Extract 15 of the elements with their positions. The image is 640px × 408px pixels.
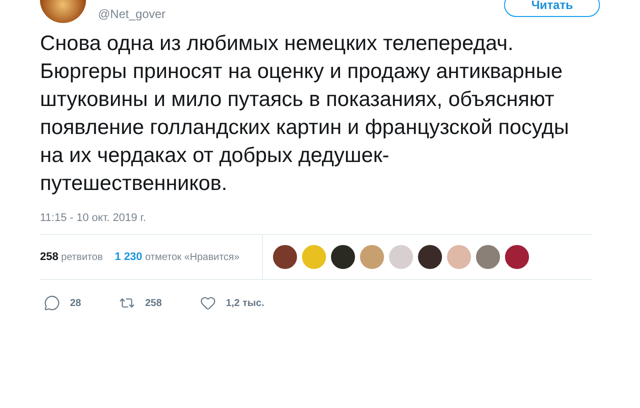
retweet-button[interactable]: 258 [119,295,162,311]
user-handle: @Net_gover [98,7,166,21]
liker-avatar[interactable] [330,245,355,269]
liker-avatar[interactable] [418,245,442,269]
follow-button[interactable]: Читать [504,0,600,17]
retweets-stat[interactable]: 258 ретвитов [40,251,103,263]
like-button[interactable]: 1,2 тыс. [200,295,264,311]
speech-bubble-icon [44,295,60,311]
liker-avatar[interactable] [504,245,529,269]
timestamp: 11:15 - 10 окт. 2019 г. [40,212,148,224]
tweet-text: Снова одна из любимых немецких телепередач. Бюргеры приносят на оценку и продажу антикварные штуковины и мило путаясь в показаниях, объясняют появление голландских картин и французской посуды на их чердаках от добрых дедушек-путешественников. [40,31,570,197]
liker-avatar[interactable] [272,245,297,269]
likes-stat[interactable]: 1 230 отметок «Нравится» [114,251,240,263]
heart-icon [200,295,216,311]
reply-button[interactable]: 28 [44,295,82,311]
